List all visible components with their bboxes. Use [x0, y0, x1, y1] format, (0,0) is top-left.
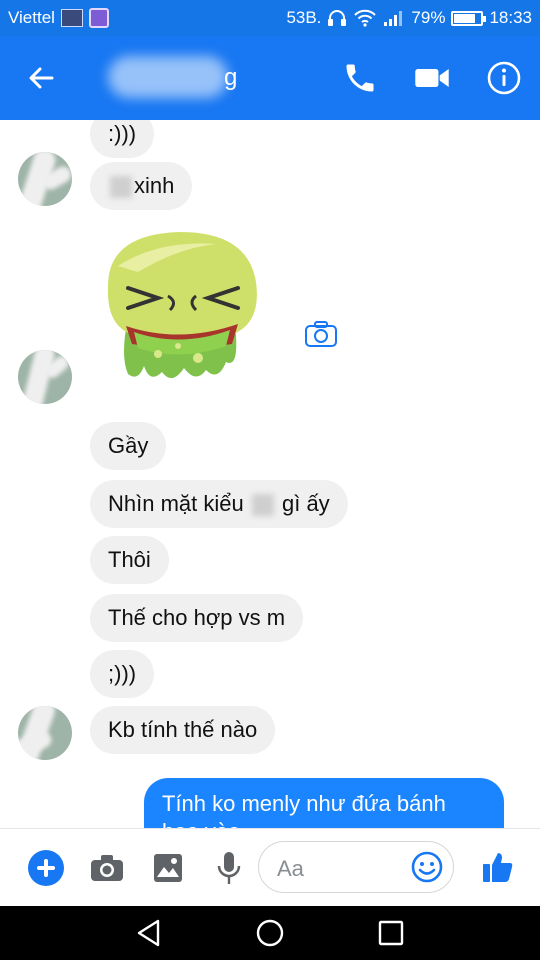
- add-icon[interactable]: [28, 850, 64, 886]
- status-right: 53B. 79% 18:33: [286, 8, 532, 28]
- message-text: Kb tính thế nào: [108, 717, 258, 742]
- image-icon[interactable]: [153, 853, 183, 883]
- nav-recent-apps-icon[interactable]: [376, 918, 406, 948]
- redacted-text: [110, 176, 132, 199]
- composer-bar: [0, 828, 540, 907]
- clock: 18:33: [489, 8, 532, 27]
- video-camera-icon[interactable]: [414, 62, 450, 94]
- sim-icon: [60, 9, 83, 27]
- notification-icon: [88, 8, 109, 28]
- contact-avatar-redacted[interactable]: [108, 56, 228, 98]
- sick-face-sticker[interactable]: [98, 226, 268, 386]
- message-text: Thế cho hợp vs m: [108, 605, 286, 630]
- sender-avatar[interactable]: [18, 152, 72, 206]
- message-text: Tính ko menly như đứa bánh bao vào...: [162, 791, 446, 828]
- back-arrow-icon[interactable]: [24, 60, 60, 96]
- phone-icon[interactable]: [342, 60, 378, 96]
- outgoing-message[interactable]: Tính ko menly như đứa bánh bao vào...: [144, 778, 504, 828]
- conversation-header: g: [0, 36, 540, 120]
- message-text: Gầy: [108, 433, 149, 458]
- microphone-icon[interactable]: [217, 851, 241, 885]
- incoming-message[interactable]: Thế cho hợp vs m: [90, 594, 304, 642]
- signal-icon: [384, 11, 403, 26]
- message-text: gì ấy: [281, 491, 330, 516]
- redacted-text: [251, 494, 274, 517]
- incoming-message[interactable]: Gầy: [90, 422, 167, 470]
- emoji-icon[interactable]: [411, 851, 443, 883]
- status-bar: Viettel 53B. 79% 18:33: [0, 0, 540, 36]
- message-text: Nhìn mặt kiểu: [108, 491, 244, 516]
- message-list[interactable]: :))) xinh Gầy Nhìn mặt kiểu gì ấy Thôi T…: [0, 120, 540, 828]
- incoming-message[interactable]: :))): [90, 120, 155, 158]
- contact-name[interactable]: g: [224, 64, 237, 92]
- message-text: ;))): [108, 661, 137, 686]
- sender-avatar[interactable]: [18, 706, 72, 760]
- status-left: Viettel: [8, 8, 109, 28]
- battery-icon: [451, 10, 487, 26]
- sender-avatar[interactable]: [18, 350, 72, 404]
- nav-home-icon[interactable]: [255, 918, 285, 948]
- nav-back-icon[interactable]: [134, 918, 164, 948]
- incoming-message[interactable]: Thôi: [90, 536, 169, 584]
- thumbs-up-icon[interactable]: [482, 851, 514, 883]
- message-input[interactable]: [275, 854, 409, 884]
- wifi-icon: [354, 9, 377, 27]
- message-text: xinh: [134, 173, 175, 198]
- headphones-icon: [328, 10, 347, 26]
- incoming-message[interactable]: Kb tính thế nào: [90, 706, 276, 754]
- carrier-label: Viettel: [8, 8, 55, 27]
- data-indicator: 53B.: [286, 8, 322, 27]
- camera-icon[interactable]: [90, 854, 124, 882]
- system-nav-bar: [0, 906, 540, 960]
- incoming-message[interactable]: Nhìn mặt kiểu gì ấy: [90, 480, 348, 528]
- incoming-message[interactable]: xinh: [90, 162, 193, 210]
- message-text: Thôi: [108, 547, 151, 572]
- message-text: :))): [108, 121, 137, 146]
- camera-icon[interactable]: [304, 320, 338, 348]
- battery-percent: 79%: [411, 8, 446, 27]
- message-input-wrapper[interactable]: [258, 841, 454, 893]
- info-icon[interactable]: [486, 60, 522, 96]
- incoming-message[interactable]: ;))): [90, 650, 155, 698]
